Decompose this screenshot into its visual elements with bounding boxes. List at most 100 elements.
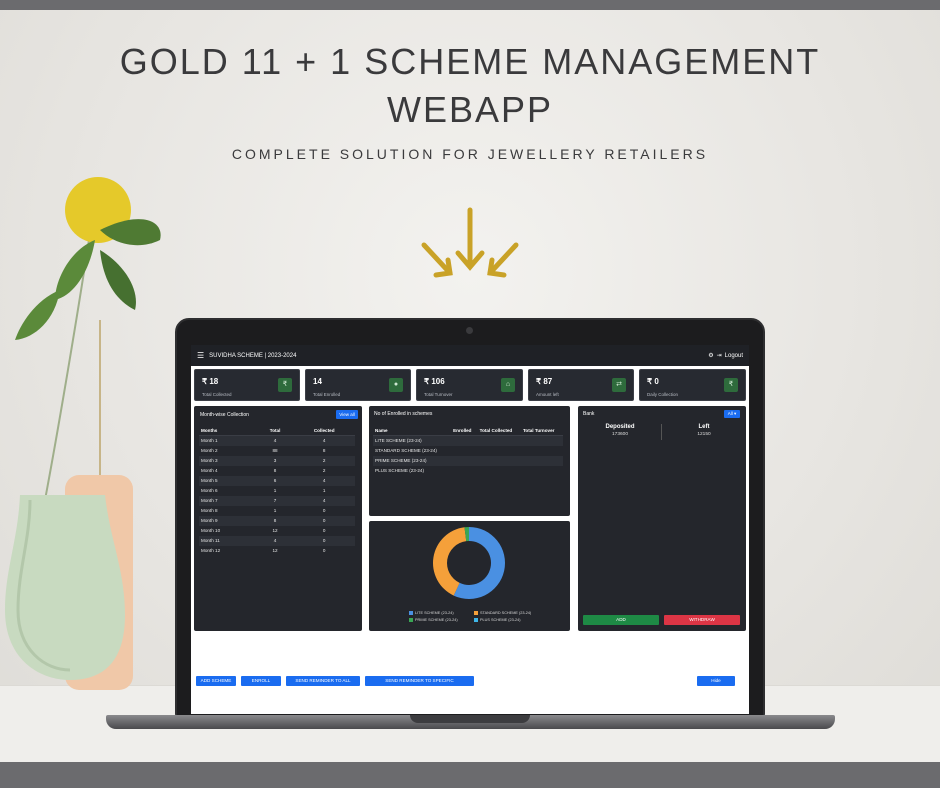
top-border bbox=[0, 0, 940, 10]
col-header: Months bbox=[199, 426, 257, 436]
table-row: PLUS SCHEME (23-24) bbox=[373, 466, 563, 476]
table-row: Month 10 12 0 bbox=[199, 526, 355, 536]
deposited-value: 173600 bbox=[611, 432, 628, 437]
bank-title: Bank bbox=[583, 411, 595, 417]
table-row: Month 144 bbox=[199, 435, 355, 446]
monthwise-table: Months Total Collected Month 144 Month 2… bbox=[199, 426, 355, 556]
stat-card-total-turnover: ₹ 106 Total Turnover ⌂ bbox=[416, 369, 523, 401]
stat-value: 14 bbox=[313, 377, 322, 386]
stat-label: Daily Collection bbox=[647, 392, 679, 397]
laptop-notch bbox=[410, 715, 530, 723]
cell: Month 11 bbox=[199, 535, 257, 546]
cell: 12 bbox=[272, 548, 278, 553]
cell bbox=[478, 446, 521, 456]
cell: 4 bbox=[256, 435, 294, 446]
hamburger-menu-icon[interactable]: ☰ bbox=[197, 351, 204, 360]
plant-vase-decoration bbox=[5, 177, 161, 690]
table-row: Month 4 8 2 bbox=[199, 466, 355, 476]
table-row: Month 2 88 8 bbox=[199, 446, 355, 456]
cell: STANDARD SCHEME (23-24) bbox=[375, 448, 437, 453]
cell bbox=[521, 446, 563, 456]
logout-group: ⚙ ⇥ Logout bbox=[708, 352, 743, 360]
cell: PRIME SCHEME (23-24) bbox=[373, 455, 452, 466]
rupee-icon: ₹ bbox=[724, 378, 738, 392]
cell: 8 bbox=[256, 515, 294, 526]
hero-subtitle: COMPLETE SOLUTION FOR JEWELLERY RETAILER… bbox=[231, 146, 709, 162]
schemes-table: Name Enrolled Total Collected Total Turn… bbox=[373, 426, 563, 476]
logout-icon[interactable]: ⇥ bbox=[717, 352, 722, 359]
col-header: Name bbox=[373, 426, 452, 436]
cell: Month 4 bbox=[201, 468, 218, 473]
cell bbox=[451, 435, 478, 446]
left-value: 12150 bbox=[697, 432, 711, 437]
bottom-border bbox=[0, 762, 940, 788]
bank-icon: ⌂ bbox=[501, 378, 515, 392]
cell: Month 9 bbox=[199, 515, 257, 526]
dashboard: ₹ 18 Total Collected ₹ 14 Total Enrolled… bbox=[191, 366, 749, 636]
withdraw-button[interactable]: WITHDRAW bbox=[664, 615, 740, 625]
cell: 0 bbox=[293, 535, 355, 546]
table-row: Month 6 1 1 bbox=[199, 486, 355, 496]
cell: 8 bbox=[322, 448, 326, 453]
col-header: Collected bbox=[293, 426, 355, 436]
table-row: Month 11 4 0 bbox=[199, 535, 355, 546]
cell: 0 bbox=[322, 528, 326, 533]
left-label: Left bbox=[698, 424, 710, 430]
navbar: ☰ SUVIDHA SCHEME | 2023-2024 ⚙ ⇥ Logout bbox=[191, 345, 749, 366]
bank-filter-select[interactable]: All ▾ bbox=[724, 410, 740, 418]
table-row: Month 8 1 0 bbox=[199, 506, 355, 516]
hero-title-line2: WEBAPP bbox=[386, 89, 554, 130]
legend-swatch bbox=[409, 618, 413, 622]
cell: Month 8 bbox=[201, 508, 218, 513]
legend-item: PRIME SCHEME (23-24) bbox=[409, 618, 474, 622]
monthwise-title: Month-wise Collection bbox=[200, 412, 249, 418]
cell: 1 bbox=[273, 488, 277, 493]
cell: Month 12 bbox=[201, 548, 221, 553]
deposited-block: Deposited 173600 bbox=[580, 424, 660, 437]
cell bbox=[451, 446, 478, 456]
gear-icon[interactable]: ⚙ bbox=[708, 352, 713, 359]
cell: Month 6 bbox=[201, 488, 218, 493]
user-icon: ● bbox=[389, 378, 403, 392]
cell: 4 bbox=[256, 535, 294, 546]
legend-swatch bbox=[474, 618, 478, 622]
cell: 6 bbox=[256, 475, 294, 486]
enroll-button[interactable]: ENROLL bbox=[241, 676, 281, 686]
legend-label: LITE SCHEME (23-24) bbox=[415, 611, 454, 615]
add-button[interactable]: ADD bbox=[583, 615, 659, 625]
table-row: STANDARD SCHEME (23-24) bbox=[373, 446, 563, 456]
hero-title: GOLD 11 + 1 SCHEME MANAGEMENT WEBAPP bbox=[0, 38, 940, 134]
send-reminder-specific-button[interactable]: SEND REMINDER TO SPECIFIC bbox=[365, 676, 474, 686]
bank-filter-value: All bbox=[727, 411, 733, 416]
cell: 88 bbox=[272, 448, 278, 453]
stat-value: ₹ 87 bbox=[536, 377, 553, 386]
cell: 0 bbox=[322, 548, 326, 553]
cell: PLUS SCHEME (23-24) bbox=[375, 468, 425, 473]
chart-legend: LITE SCHEME (23-24) STANDARD SCHEME (23-… bbox=[409, 611, 539, 622]
send-reminder-all-button[interactable]: SEND REMINDER TO ALL bbox=[286, 676, 360, 686]
down-arrows-icon bbox=[421, 207, 519, 278]
cell bbox=[521, 466, 563, 476]
table-row: Month 774 bbox=[199, 495, 355, 506]
hide-button[interactable]: Hide bbox=[697, 676, 735, 686]
app-title: SUVIDHA SCHEME | 2023-2024 bbox=[209, 352, 297, 359]
view-all-button[interactable]: View all bbox=[336, 410, 358, 419]
add-scheme-button[interactable]: ADD SCHEME bbox=[196, 676, 236, 686]
cell: LITE SCHEME (23-24) bbox=[373, 435, 452, 446]
cell: 4 bbox=[293, 475, 355, 486]
cell: 8 bbox=[273, 468, 277, 473]
legend-label: PRIME SCHEME (23-24) bbox=[415, 618, 458, 622]
logout-link[interactable]: Logout bbox=[725, 353, 743, 359]
cell bbox=[478, 466, 521, 476]
table-row: LITE SCHEME (23-24) bbox=[373, 435, 563, 446]
stat-card-total-enrolled: 14 Total Enrolled ● bbox=[305, 369, 411, 401]
stat-label: Total Collected bbox=[202, 392, 232, 397]
camera bbox=[466, 327, 473, 334]
stat-label: Amount left bbox=[536, 392, 559, 397]
cell: 4 bbox=[293, 435, 355, 446]
stat-value: ₹ 18 bbox=[202, 377, 219, 386]
cell: 7 bbox=[256, 495, 294, 506]
monthwise-panel: Month-wise Collection View all Months To… bbox=[194, 406, 362, 631]
schemes-title: No of Enrolled in schemes bbox=[374, 411, 433, 417]
app-screen: ☰ SUVIDHA SCHEME | 2023-2024 ⚙ ⇥ Logout … bbox=[191, 345, 749, 714]
